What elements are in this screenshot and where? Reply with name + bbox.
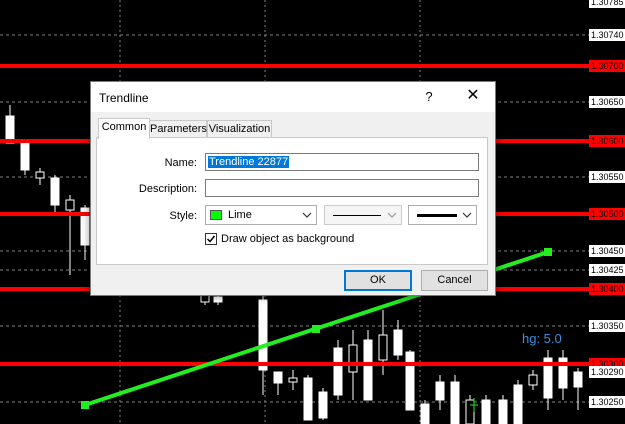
- help-button[interactable]: ?: [421, 89, 437, 105]
- candle-body: [288, 377, 298, 383]
- trendline-handle: [81, 401, 89, 409]
- chevron-down-icon: [462, 212, 472, 218]
- candle-body: [405, 351, 415, 411]
- background-checkbox[interactable]: [205, 233, 217, 245]
- candle-body: [513, 384, 523, 424]
- chart-annotation: hg: 5.0: [522, 331, 562, 346]
- candle-body: [528, 374, 538, 386]
- price-label: 1.30650: [589, 96, 625, 108]
- price-label: 1.30350: [589, 320, 625, 332]
- price-label: 1.30600: [589, 135, 625, 147]
- candle-body: [481, 399, 491, 424]
- background-checkbox-label[interactable]: Draw object as background: [221, 233, 354, 245]
- candle-body: [420, 403, 430, 424]
- chevron-down-icon: [302, 212, 312, 218]
- candle-body: [348, 344, 358, 373]
- candle-body: [200, 294, 210, 303]
- candle-body: [450, 381, 460, 424]
- price-label: 1.30500: [589, 208, 625, 220]
- candle-body: [35, 171, 45, 179]
- cancel-button[interactable]: Cancel: [421, 270, 488, 291]
- name-label: Name:: [164, 157, 197, 169]
- candle-body: [378, 334, 388, 361]
- name-field-value: Trendline 22877: [208, 156, 290, 168]
- candle-body: [498, 399, 508, 424]
- candle-body: [393, 329, 403, 356]
- tab-parameters[interactable]: Parameters: [149, 120, 207, 138]
- candle-body: [465, 399, 475, 424]
- color-name: Lime: [228, 209, 252, 221]
- ok-button[interactable]: OK: [344, 270, 412, 291]
- price-label: 1.30550: [589, 171, 625, 183]
- candle-body: [318, 391, 328, 419]
- tab-visualization[interactable]: Visualization: [207, 120, 272, 138]
- horizontal-level-line: [0, 362, 600, 366]
- price-label: 1.30785: [589, 0, 625, 8]
- description-field[interactable]: [205, 179, 479, 197]
- candle-body: [20, 142, 30, 171]
- candle-body: [303, 377, 313, 421]
- checkmark-icon: [206, 235, 216, 243]
- solid-line-icon: [333, 215, 381, 216]
- price-label: 1.30450: [589, 245, 625, 257]
- dialog-title: Trendline: [99, 91, 149, 105]
- dialog-titlebar[interactable]: Trendline ? ✕: [91, 82, 495, 112]
- description-label: Description:: [138, 183, 197, 195]
- candle-body: [333, 347, 343, 396]
- close-button[interactable]: ✕: [463, 87, 483, 107]
- price-label: 1.30740: [589, 29, 625, 41]
- tab-common[interactable]: Common: [98, 118, 150, 139]
- price-label: 1.30400: [589, 283, 625, 295]
- price-label: 1.30700: [589, 60, 625, 72]
- trendline-handle: [312, 325, 320, 333]
- thick-line-icon: [417, 214, 457, 217]
- candle-body: [213, 296, 223, 303]
- candle-body: [573, 371, 583, 388]
- candle-body: [50, 177, 60, 206]
- candle-body: [5, 115, 15, 144]
- name-field[interactable]: Trendline 22877: [205, 153, 479, 171]
- horizontal-level-line: [0, 64, 600, 68]
- candle-body: [363, 339, 373, 401]
- candle-body: [435, 381, 445, 401]
- price-label: 1.30425: [589, 264, 625, 276]
- candle-body: [258, 299, 268, 371]
- color-swatch: [210, 210, 222, 220]
- color-select[interactable]: Lime: [205, 205, 317, 225]
- trendline-handle: [544, 248, 552, 256]
- line-style-select[interactable]: [324, 205, 402, 225]
- style-label: Style:: [169, 210, 197, 222]
- line-width-select[interactable]: [408, 205, 477, 225]
- chevron-down-icon: [387, 212, 397, 218]
- trendline-dialog: Trendline ? ✕ Common Parameters Visualiz…: [90, 81, 496, 296]
- price-label: 1.30250: [589, 396, 625, 408]
- candle-body: [65, 199, 75, 211]
- candle-body: [273, 371, 283, 384]
- price-label: 1.30290: [589, 366, 625, 378]
